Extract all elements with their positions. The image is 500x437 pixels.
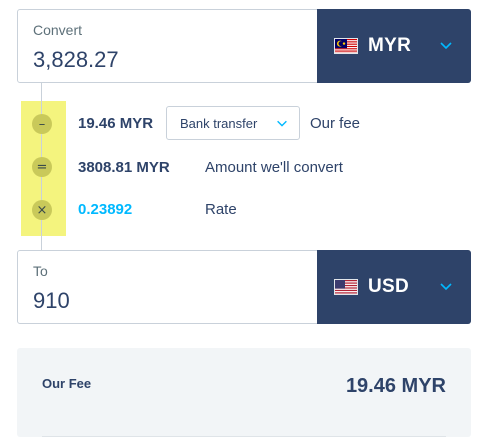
chevron-down-icon bbox=[277, 120, 287, 127]
payment-method-label: Bank transfer bbox=[180, 115, 258, 131]
source-amount-input[interactable]: 3,828.27 bbox=[33, 47, 119, 73]
source-amount-box: Convert 3,828.27 MYR bbox=[17, 9, 471, 83]
equals-icon: = bbox=[32, 157, 52, 177]
target-label: To bbox=[33, 263, 48, 279]
target-amount-input[interactable]: 910 bbox=[33, 288, 70, 314]
converted-amount-value: 3808.81 MYR bbox=[78, 159, 170, 176]
source-currency-code: MYR bbox=[368, 35, 412, 56]
rate-value[interactable]: 0.23892 bbox=[78, 201, 132, 218]
payment-method-select[interactable]: Bank transfer bbox=[166, 106, 300, 140]
source-currency-select[interactable]: MYR bbox=[317, 9, 471, 83]
fee-label: Our fee bbox=[310, 115, 361, 132]
fee-summary-card: Our Fee 19.46 MYR bbox=[17, 348, 471, 437]
source-label: Convert bbox=[33, 22, 83, 38]
target-currency-code: USD bbox=[368, 276, 410, 297]
chevron-down-icon bbox=[440, 42, 452, 50]
rate-label: Rate bbox=[205, 201, 237, 218]
chevron-down-icon bbox=[440, 283, 452, 291]
malaysia-flag-icon bbox=[334, 38, 358, 54]
converted-amount-label: Amount we'll convert bbox=[205, 159, 343, 176]
summary-fee-value: 19.46 MYR bbox=[345, 375, 446, 397]
target-amount-box: To 910 USD bbox=[17, 250, 471, 324]
target-currency-select[interactable]: USD bbox=[317, 250, 471, 324]
minus-icon: – bbox=[32, 114, 52, 134]
multiply-icon: × bbox=[32, 200, 52, 220]
fee-value: 19.46 MYR bbox=[78, 115, 154, 132]
summary-fee-label: Our Fee bbox=[42, 376, 92, 391]
usa-flag-icon bbox=[334, 279, 358, 295]
